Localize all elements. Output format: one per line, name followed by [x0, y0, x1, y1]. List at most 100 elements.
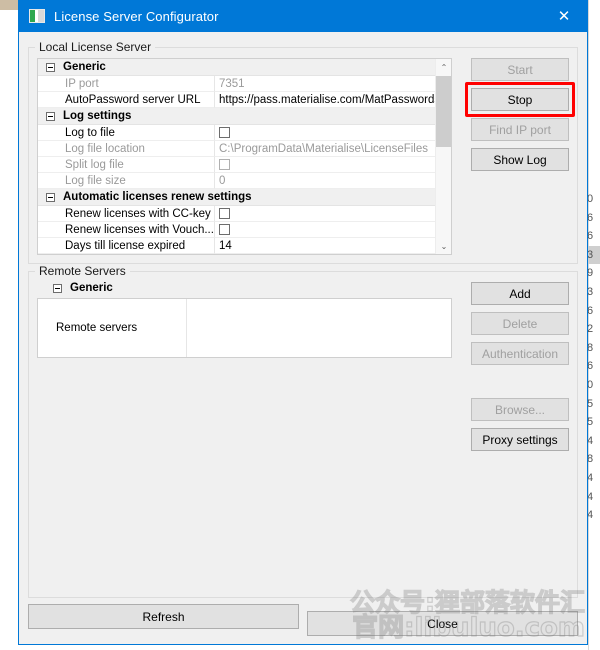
local-settings-property-grid[interactable]: Generic IP port 7351 AutoPassword server UR… [37, 58, 452, 255]
property-row[interactable]: Log to file [38, 125, 451, 141]
property-row[interactable]: Log file size 0 [38, 173, 451, 189]
collapse-expander-icon[interactable] [46, 62, 55, 72]
background-cell: 8 [587, 341, 594, 354]
remote-group-legend: Remote Servers [35, 264, 130, 278]
scroll-up-icon[interactable]: ⌃ [436, 59, 451, 75]
browse...-button: Browse... [471, 398, 569, 421]
property-name: Log to file [38, 125, 215, 141]
remote-servers-row-label: Remote servers [38, 299, 187, 357]
proxy-settings-button-wrapper: Proxy settings [471, 428, 569, 451]
stop-button-wrapper: Stop [465, 82, 575, 117]
proxy-settings-button[interactable]: Proxy settings [471, 428, 569, 451]
window-title: License Server Configurator [54, 8, 219, 24]
background-cell: 3 [587, 285, 594, 298]
background-cell: 2 [587, 323, 594, 336]
background-cell: 6 [587, 360, 594, 373]
property-name: Days till license expired [38, 238, 215, 254]
property-value[interactable]: 7351 [215, 76, 451, 92]
authentication-button: Authentication [471, 342, 569, 365]
close-window-icon[interactable]: ✕ [541, 0, 587, 32]
remote-generic-category[interactable]: Generic [37, 282, 452, 294]
collapse-expander-icon[interactable] [46, 111, 55, 121]
property-name: IP port [38, 76, 215, 92]
collapse-expander-icon[interactable] [46, 192, 55, 202]
property-name: Renew licenses with Vouch... [38, 222, 215, 238]
property-value[interactable] [215, 157, 451, 173]
property-value[interactable]: https://pass.materialise.com/MatPassword… [215, 92, 451, 108]
property-row[interactable]: Days till license expired 14 [38, 238, 451, 254]
property-name: Split log file [38, 157, 215, 173]
category-header: Log settings [38, 108, 451, 125]
background-cell: 4 [587, 434, 594, 447]
authentication-button-wrapper: Authentication [471, 342, 569, 365]
close-button[interactable]: Close [307, 611, 578, 636]
category-label: Log settings [63, 110, 132, 122]
local-license-server-group: Local License Server Generic IP port 7351 A… [28, 40, 578, 264]
checkbox[interactable] [219, 224, 230, 235]
remote-servers-row-value[interactable] [187, 299, 451, 357]
app-icon [29, 9, 45, 23]
dialog-bottom-bar: Refresh Close [19, 604, 587, 644]
property-row[interactable]: Log file location C:\ProgramData\Material… [38, 141, 451, 157]
background-cell: 0 [587, 193, 594, 205]
collapse-expander-icon[interactable] [53, 283, 62, 293]
background-cell: 6 [587, 211, 594, 224]
checkbox[interactable] [219, 208, 230, 219]
add-button[interactable]: Add [471, 282, 569, 305]
license-server-configurator-dialog: License Server Configurator ✕ Local Lice… [18, 0, 588, 645]
property-name: Log file size [38, 173, 215, 189]
background-cell: 3 [586, 245, 600, 265]
category-header: Generic [38, 59, 451, 76]
find-ip-port-button: Find IP port [471, 118, 569, 141]
property-category-row[interactable]: Generic [38, 59, 451, 76]
checkbox[interactable] [219, 159, 230, 170]
add-button-wrapper: Add [471, 282, 569, 305]
desktop-taskbar-strip [0, 0, 18, 10]
remote-server-buttons: Add Delete Authentication Browse... Proxy se… [471, 282, 569, 451]
background-cell: 4 [587, 490, 594, 503]
property-grid-scrollbar[interactable]: ⌃ ⌄ [435, 59, 451, 254]
property-name: AutoPassword server URL [38, 92, 215, 108]
scrollbar-thumb[interactable] [436, 76, 451, 147]
property-value[interactable] [215, 206, 451, 222]
property-row[interactable]: AutoPassword server URL https://pass.mate… [38, 92, 451, 108]
remote-servers-grid[interactable]: Remote servers [37, 298, 452, 358]
background-cell: 4 [587, 509, 594, 522]
local-group-legend: Local License Server [35, 40, 156, 54]
show-log-button[interactable]: Show Log [471, 148, 569, 171]
property-value[interactable]: 0 [215, 173, 451, 189]
checkbox[interactable] [219, 127, 230, 138]
start-button-wrapper: Start [471, 58, 569, 81]
property-category-row[interactable]: Automatic licenses renew settings [38, 189, 451, 206]
stop-button[interactable]: Stop [471, 88, 569, 111]
background-cell: 6 [587, 230, 594, 243]
start-button: Start [471, 58, 569, 81]
background-window: 0 6 6 3 9 3 6 2 8 6 0 5 5 4 8 4 4 4 [586, 0, 600, 650]
category-label: Generic [63, 61, 106, 73]
property-value[interactable] [215, 125, 451, 141]
delete-button-wrapper: Delete [471, 312, 569, 335]
remote-category-label: Generic [70, 282, 113, 294]
property-name: Log file location [38, 141, 215, 157]
background-cell: 5 [587, 416, 594, 429]
local-server-buttons: Start Stop Find IP port Show Log [465, 58, 575, 255]
browse...-button-wrapper: Browse... [471, 398, 569, 421]
property-value[interactable]: 14 [215, 238, 451, 254]
background-cell: 0 [587, 378, 594, 391]
property-row[interactable]: Split log file [38, 157, 451, 173]
delete-button: Delete [471, 312, 569, 335]
property-name: Renew licenses with CC-key [38, 206, 215, 222]
background-cell: 8 [587, 453, 594, 466]
background-number-column: 0 6 6 3 9 3 6 2 8 6 0 5 5 4 8 4 4 4 [586, 190, 600, 525]
property-value[interactable]: C:\ProgramData\Materialise\LicenseFiles [215, 141, 451, 157]
scroll-down-icon[interactable]: ⌄ [436, 238, 451, 254]
property-row[interactable]: IP port 7351 [38, 76, 451, 92]
property-row[interactable]: Renew licenses with Vouch... [38, 222, 451, 238]
refresh-button[interactable]: Refresh [28, 604, 299, 629]
property-category-row[interactable]: Log settings [38, 108, 451, 125]
property-row[interactable]: Renew licenses with CC-key [38, 206, 451, 222]
background-cell: 6 [587, 304, 594, 317]
property-value[interactable] [215, 222, 451, 238]
remote-servers-group: Remote Servers Generic Remote servers Ad… [28, 264, 578, 598]
background-cell: 5 [587, 397, 594, 410]
